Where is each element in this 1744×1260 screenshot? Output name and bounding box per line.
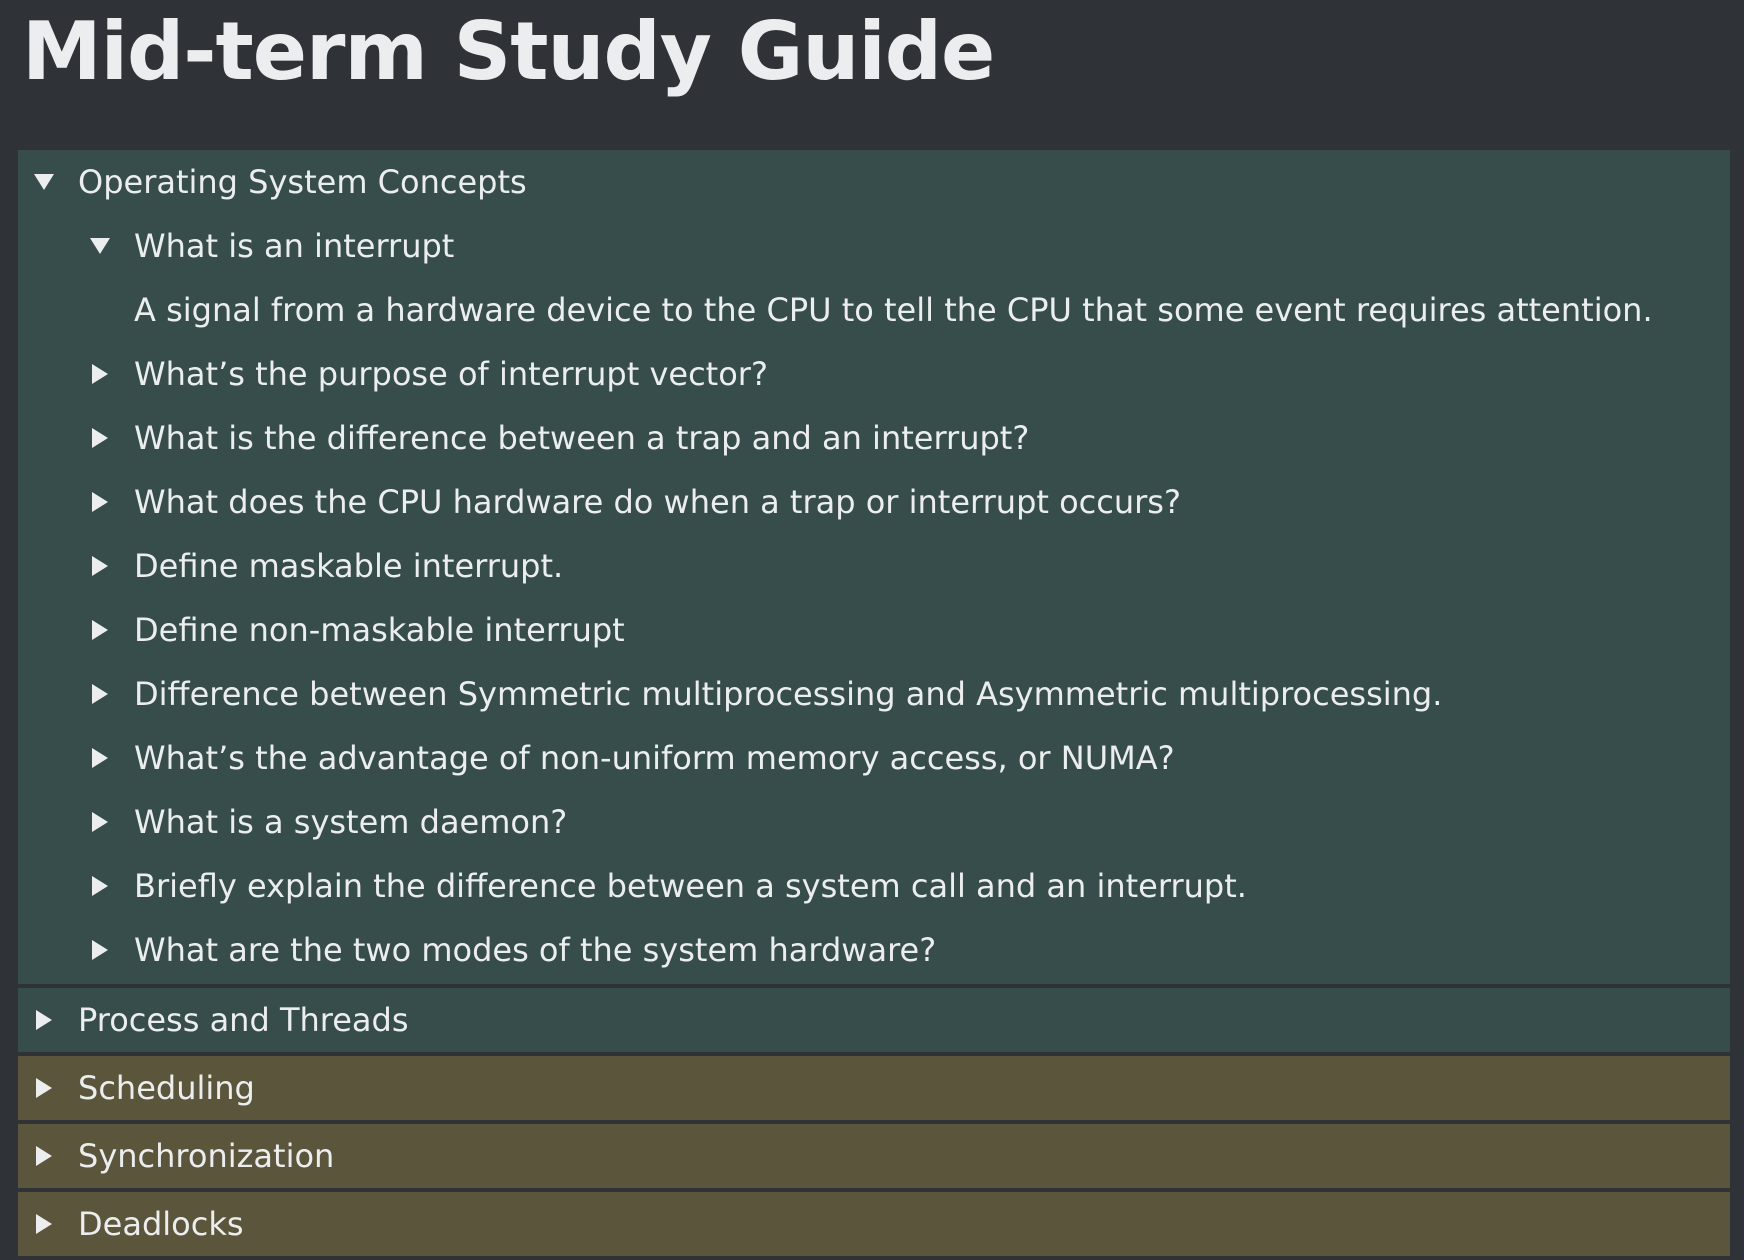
triangle-right-icon xyxy=(88,726,112,790)
triangle-right-icon xyxy=(88,790,112,854)
question-toggle-numa[interactable]: What’s the advantage of non-uniform memo… xyxy=(18,726,1730,790)
page-title: Mid-term Study Guide xyxy=(22,5,995,98)
section-toggle-deadlocks[interactable]: Deadlocks xyxy=(18,1192,1730,1256)
study-guide-outline: Operating System Concepts What is an int… xyxy=(18,150,1730,1260)
question-toggle-what-is-an-interrupt[interactable]: What is an interrupt xyxy=(18,214,1730,278)
question-toggle-cpu-hardware-trap[interactable]: What does the CPU hardware do when a tra… xyxy=(18,470,1730,534)
section-scheduling: Scheduling xyxy=(18,1056,1730,1120)
question-label: Briefly explain the difference between a… xyxy=(134,867,1247,905)
section-toggle-synchronization[interactable]: Synchronization xyxy=(18,1124,1730,1188)
section-label: Operating System Concepts xyxy=(78,163,527,201)
triangle-right-icon xyxy=(32,1192,56,1256)
triangle-down-icon xyxy=(32,150,56,214)
question-toggle-system-daemon[interactable]: What is a system daemon? xyxy=(18,790,1730,854)
triangle-down-icon xyxy=(88,214,112,278)
section-label: Scheduling xyxy=(78,1069,255,1107)
triangle-right-icon xyxy=(88,406,112,470)
question-toggle-interrupt-vector[interactable]: What’s the purpose of interrupt vector? xyxy=(18,342,1730,406)
question-toggle-trap-vs-interrupt[interactable]: What is the difference between a trap an… xyxy=(18,406,1730,470)
section-label: Synchronization xyxy=(78,1137,335,1175)
question-label: Define maskable interrupt. xyxy=(134,547,564,585)
question-label: What’s the advantage of non-uniform memo… xyxy=(134,739,1175,777)
question-label: What’s the purpose of interrupt vector? xyxy=(134,355,768,393)
triangle-right-icon xyxy=(88,534,112,598)
triangle-right-icon xyxy=(88,470,112,534)
section-toggle-process-and-threads[interactable]: Process and Threads xyxy=(18,988,1730,1052)
question-label: What does the CPU hardware do when a tra… xyxy=(134,483,1181,521)
section-toggle-scheduling[interactable]: Scheduling xyxy=(18,1056,1730,1120)
triangle-right-icon xyxy=(32,988,56,1052)
question-toggle-symmetric-multiprocessing[interactable]: Difference between Symmetric multiproces… xyxy=(18,662,1730,726)
question-toggle-maskable-interrupt[interactable]: Define maskable interrupt. xyxy=(18,534,1730,598)
question-label: What is the difference between a trap an… xyxy=(134,419,1030,457)
question-toggle-system-call-vs-interrupt[interactable]: Briefly explain the difference between a… xyxy=(18,854,1730,918)
triangle-right-icon xyxy=(88,918,112,982)
answer-text: A signal from a hardware device to the C… xyxy=(134,291,1653,329)
section-deadlocks: Deadlocks xyxy=(18,1192,1730,1256)
question-label: What are the two modes of the system har… xyxy=(134,931,937,969)
triangle-right-icon xyxy=(88,342,112,406)
section-process-and-threads: Process and Threads xyxy=(18,988,1730,1052)
question-toggle-non-maskable-interrupt[interactable]: Define non-maskable interrupt xyxy=(18,598,1730,662)
question-label: What is an interrupt xyxy=(134,227,455,265)
question-label: What is a system daemon? xyxy=(134,803,568,841)
section-toggle-operating-system-concepts[interactable]: Operating System Concepts xyxy=(18,150,1730,214)
section-label: Process and Threads xyxy=(78,1001,409,1039)
triangle-right-icon xyxy=(88,662,112,726)
triangle-right-icon xyxy=(88,854,112,918)
question-label: Define non-maskable interrupt xyxy=(134,611,625,649)
triangle-right-icon xyxy=(32,1056,56,1120)
section-body: What is an interrupt A signal from a har… xyxy=(18,214,1730,984)
question-label: Difference between Symmetric multiproces… xyxy=(134,675,1443,713)
triangle-right-icon xyxy=(32,1124,56,1188)
section-synchronization: Synchronization xyxy=(18,1124,1730,1188)
section-operating-system-concepts: Operating System Concepts What is an int… xyxy=(18,150,1730,984)
section-label: Deadlocks xyxy=(78,1205,244,1243)
triangle-right-icon xyxy=(88,598,112,662)
question-toggle-two-modes[interactable]: What are the two modes of the system har… xyxy=(18,918,1730,982)
